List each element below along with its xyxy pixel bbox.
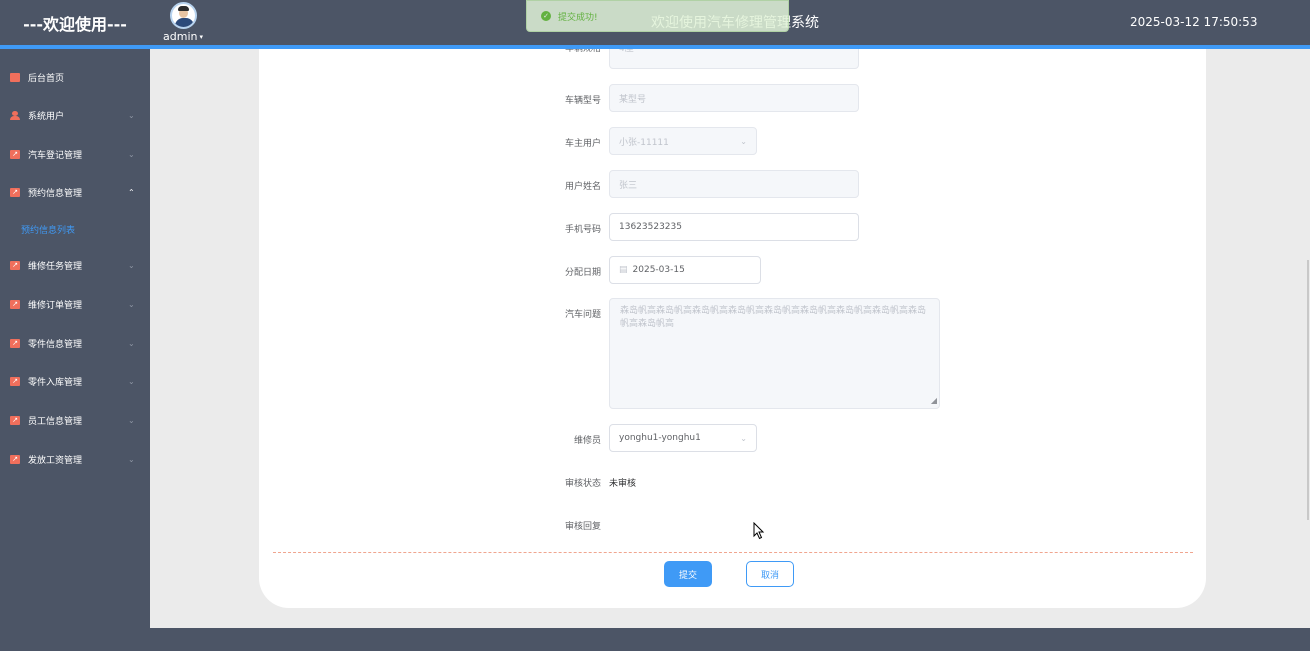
chart-icon: ↗ [10, 149, 20, 159]
sidebar-item-label: 零件入库管理 [28, 377, 83, 388]
mechanic-label: 维修员 [573, 436, 601, 446]
mechanic-select[interactable]: yonghu1-yonghu1 ⌄ [609, 424, 757, 452]
sidebar-item-payroll[interactable]: ↗ 发放工资管理 ⌄ [0, 440, 150, 478]
chevron-down-icon: ▾ [199, 32, 203, 41]
cancel-button[interactable]: 取消 [746, 561, 794, 587]
sidebar-item-repair-orders[interactable]: ↗ 维修订单管理 ⌄ [0, 285, 150, 323]
phone-input[interactable]: 13623523235 [609, 213, 859, 241]
owner-select[interactable]: 小张-11111 ⌄ [609, 127, 757, 155]
sidebar-subitem-label: 预约信息列表 [21, 225, 76, 236]
chart-icon: ↗ [10, 454, 20, 464]
user-icon [10, 110, 20, 120]
chart-icon: ↗ [10, 415, 20, 425]
chevron-down-icon: ⌄ [128, 260, 135, 270]
chevron-down-icon: ⌄ [128, 149, 135, 159]
chart-icon: ↗ [10, 376, 20, 386]
chevron-down-icon: ⌄ [128, 376, 135, 386]
username-input[interactable]: 张三 [609, 170, 859, 198]
sidebar-item-home[interactable]: 后台首页 [0, 58, 150, 96]
chevron-down-icon: ⌄ [740, 136, 747, 146]
chart-icon: ↗ [10, 338, 20, 348]
problem-textarea[interactable]: 森岛帆高森岛帆高森岛帆高森岛帆高森岛帆高森岛帆高森岛帆高森岛帆高森岛帆高森岛帆高… [609, 298, 940, 409]
submit-button[interactable]: 提交 [664, 561, 712, 587]
sidebar-item-label: 系统用户 [28, 111, 65, 122]
page-scrollbar[interactable] [1307, 260, 1309, 520]
vehicle-model-label: 车辆型号 [564, 96, 601, 106]
sidebar-item-label: 发放工资管理 [28, 455, 83, 466]
chevron-down-icon: ⌄ [740, 433, 747, 443]
sidebar-item-label: 汽车登记管理 [28, 150, 83, 161]
owner-label: 车主用户 [564, 139, 601, 149]
sidebar-item-employee-info[interactable]: ↗ 员工信息管理 ⌄ [0, 401, 150, 439]
phone-value: 13623523235 [619, 222, 682, 232]
chevron-down-icon: ⌄ [128, 299, 135, 309]
sidebar: 后台首页 系统用户 ⌄ ↗ 汽车登记管理 ⌄ ↗ 预约信息管理 ⌃ 预约信息列表… [0, 49, 150, 651]
success-toast: ✓ 提交成功! [526, 0, 789, 32]
sidebar-item-appointments[interactable]: ↗ 预约信息管理 ⌃ [0, 173, 150, 211]
mechanic-value: yonghu1-yonghu1 [619, 433, 701, 443]
vehicle-spec-label: 车辆规格 [564, 49, 601, 54]
chevron-down-icon: ⌄ [128, 454, 135, 464]
avatar[interactable] [169, 2, 197, 29]
chart-icon: ↗ [10, 187, 20, 197]
toast-message: 提交成功! [558, 12, 598, 23]
chevron-down-icon: ⌄ [128, 110, 135, 120]
chart-icon: ↗ [10, 260, 20, 270]
current-datetime: 2025-03-12 17:50:53 [1130, 15, 1258, 29]
footer-strip [150, 628, 1310, 651]
date-label: 分配日期 [564, 268, 601, 278]
resize-grip-icon[interactable]: ◢ [931, 394, 937, 407]
owner-value: 小张-11111 [619, 137, 669, 148]
sidebar-item-car-registration[interactable]: ↗ 汽车登记管理 ⌄ [0, 135, 150, 173]
chevron-up-icon: ⌃ [128, 187, 135, 197]
monitor-icon [10, 72, 20, 82]
date-picker[interactable]: ▤ 2025-03-15 [609, 256, 761, 284]
phone-label: 手机号码 [564, 225, 601, 235]
check-circle-icon: ✓ [541, 11, 551, 21]
sidebar-subitem-appointment-list[interactable]: 预约信息列表 [0, 214, 150, 244]
calendar-icon: ▤ [619, 265, 628, 275]
problem-value: 森岛帆高森岛帆高森岛帆高森岛帆高森岛帆高森岛帆高森岛帆高森岛帆高森岛帆高森岛帆高 [620, 306, 927, 329]
vehicle-model-value: 某型号 [619, 94, 647, 105]
sidebar-item-label: 预约信息管理 [28, 188, 83, 199]
brand-title: ---欢迎使用--- [23, 14, 127, 34]
user-menu[interactable]: admin ▾ [158, 2, 208, 44]
review-status-label: 审核状态 [564, 479, 601, 489]
mouse-cursor-icon [753, 522, 765, 540]
admin-name: admin [163, 30, 198, 43]
chevron-down-icon: ⌄ [128, 415, 135, 425]
username-value: 张三 [619, 180, 638, 191]
chevron-down-icon: ⌄ [128, 338, 135, 348]
sidebar-item-parts-info[interactable]: ↗ 零件信息管理 ⌄ [0, 324, 150, 362]
chart-icon: ↗ [10, 299, 20, 309]
date-value: 2025-03-15 [632, 265, 685, 275]
admin-dropdown[interactable]: admin ▾ [163, 30, 203, 43]
username-label: 用户姓名 [564, 182, 601, 192]
sidebar-item-parts-stockin[interactable]: ↗ 零件入库管理 ⌄ [0, 362, 150, 400]
vehicle-model-input[interactable]: 某型号 [609, 84, 859, 112]
sidebar-item-repair-tasks[interactable]: ↗ 维修任务管理 ⌄ [0, 246, 150, 284]
sidebar-item-system-users[interactable]: 系统用户 ⌄ [0, 96, 150, 134]
review-reply-label: 审核回复 [564, 522, 601, 532]
review-status-value: 未审核 [609, 479, 637, 489]
sidebar-item-label: 员工信息管理 [28, 416, 83, 427]
form-divider [273, 552, 1193, 553]
sidebar-item-label: 维修订单管理 [28, 300, 83, 311]
sidebar-item-label: 后台首页 [28, 73, 65, 84]
problem-label: 汽车问题 [564, 310, 601, 320]
sidebar-item-label: 零件信息管理 [28, 339, 83, 350]
sidebar-item-label: 维修任务管理 [28, 261, 83, 272]
